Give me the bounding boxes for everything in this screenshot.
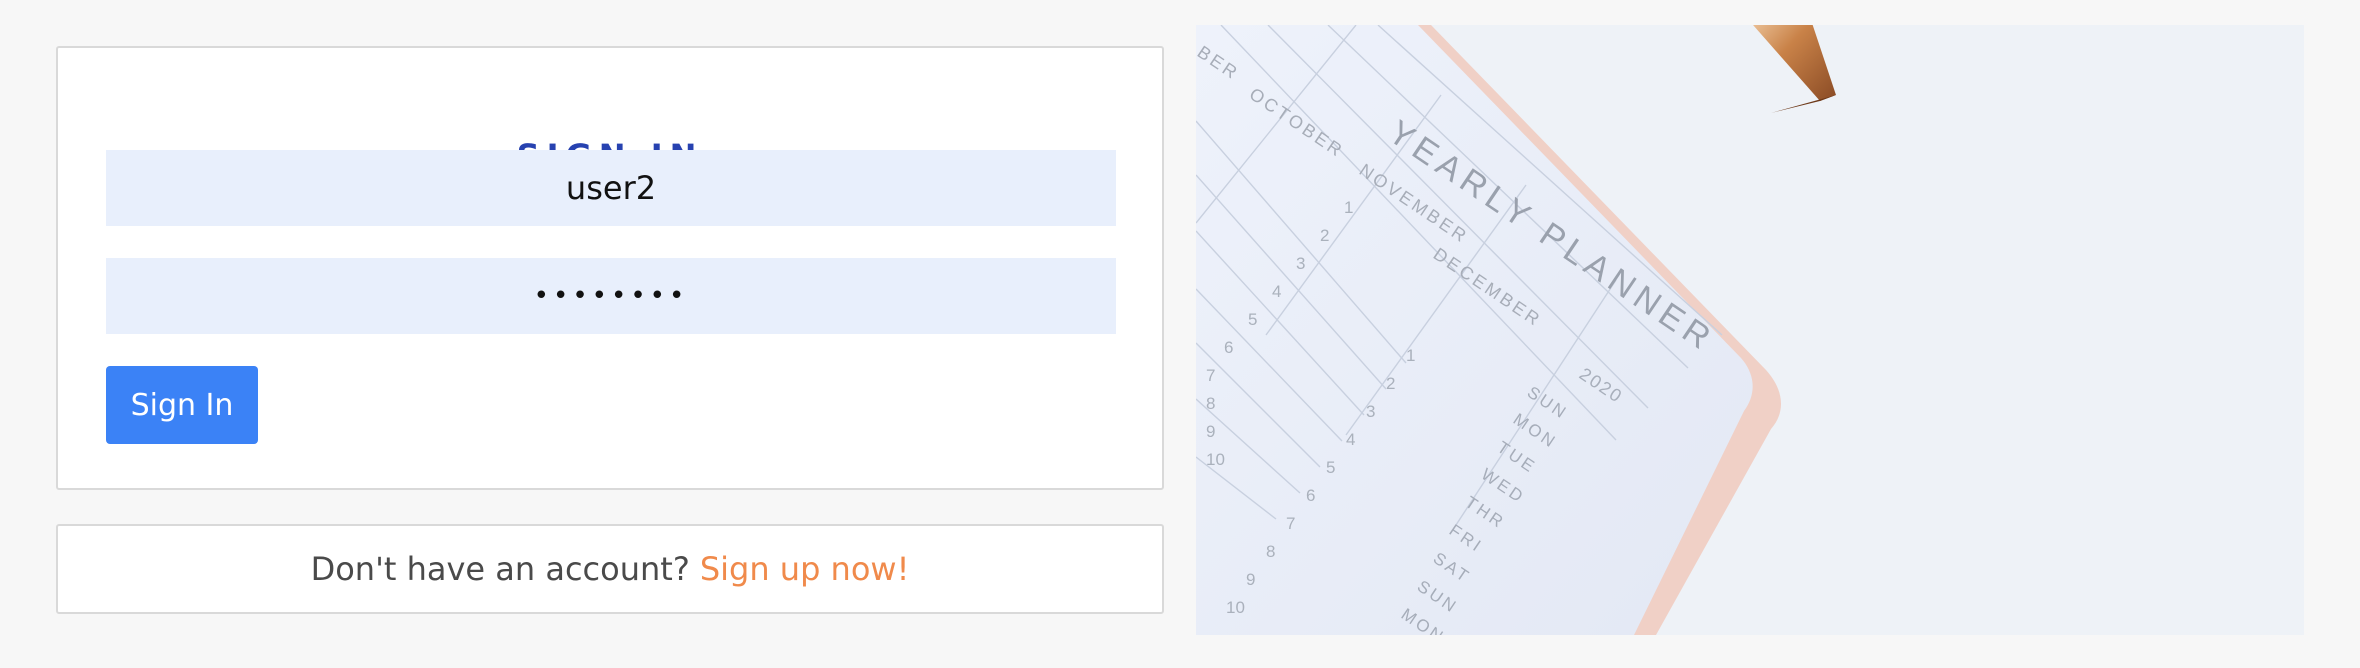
day-number-8: 8: [1206, 394, 1215, 413]
day-number-6: 6: [1224, 338, 1233, 357]
right-day-number-9: 9: [1246, 570, 1255, 589]
signup-link[interactable]: Sign up now!: [700, 550, 910, 588]
password-input[interactable]: [106, 258, 1116, 334]
day-number-2: 2: [1320, 226, 1329, 245]
day-number-4: 4: [1272, 282, 1281, 301]
day-number-10: 10: [1206, 450, 1225, 469]
signup-prompt: Don't have an account?: [310, 550, 690, 588]
signin-card: SIGN IN Sign In: [56, 46, 1164, 490]
right-day-number-2: 2: [1386, 374, 1395, 393]
day-number-5: 5: [1248, 310, 1257, 329]
day-number-1: 1: [1344, 198, 1353, 217]
planner-illustration: YEARLY PLANNER 2020 BER OCTOBER NOVEMBER…: [1196, 25, 2304, 635]
right-day-number-1: 1: [1406, 346, 1415, 365]
yearly-planner-image: YEARLY PLANNER 2020 BER OCTOBER NOVEMBER…: [1196, 25, 2304, 635]
signup-card: Don't have an account? Sign up now!: [56, 524, 1164, 614]
page: SIGN IN Sign In Don't have an account? S…: [0, 0, 2360, 668]
day-number-9: 9: [1206, 422, 1215, 441]
signin-button[interactable]: Sign In: [106, 366, 258, 444]
right-day-number-10: 10: [1226, 598, 1245, 617]
username-input[interactable]: [106, 150, 1116, 226]
day-number-7: 7: [1206, 366, 1215, 385]
day-number-3: 3: [1296, 254, 1305, 273]
right-day-number-8: 8: [1266, 542, 1275, 561]
right-day-number-6: 6: [1306, 486, 1315, 505]
right-day-number-5: 5: [1326, 458, 1335, 477]
right-day-number-7: 7: [1286, 514, 1295, 533]
right-day-number-4: 4: [1346, 430, 1355, 449]
right-day-number-3: 3: [1366, 402, 1375, 421]
